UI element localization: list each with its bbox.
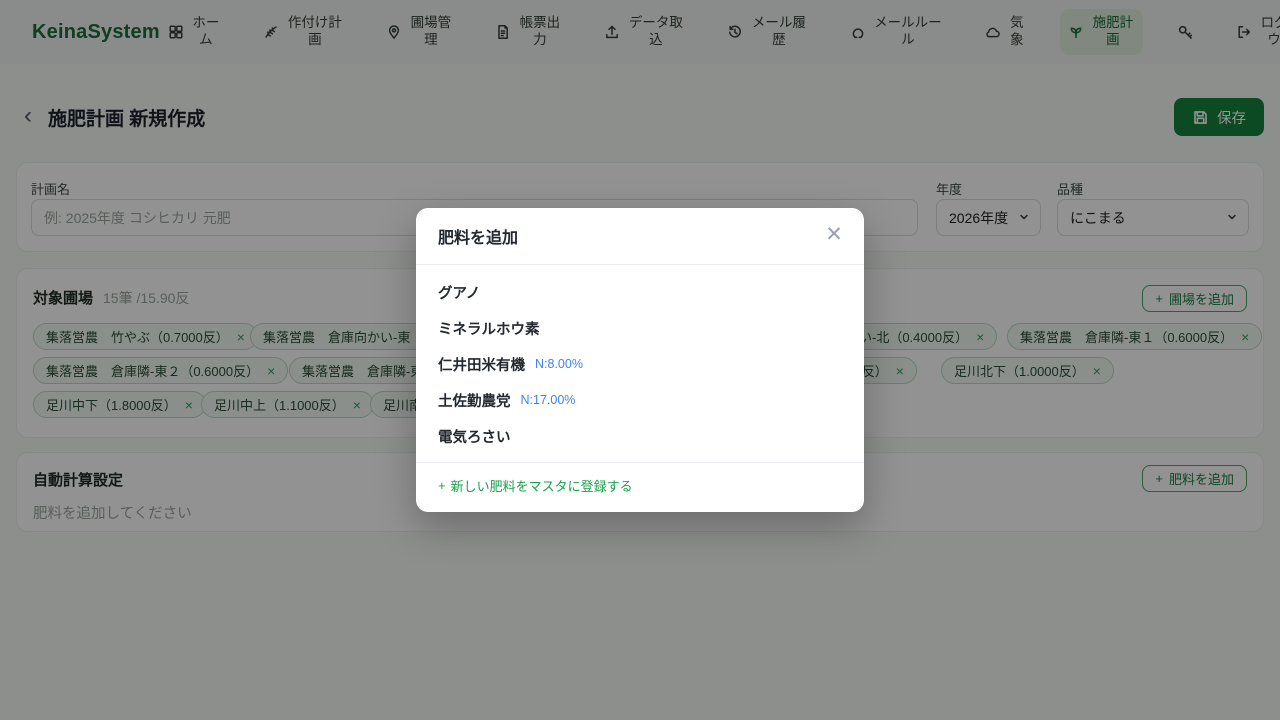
modal-header: 肥料を追加 ✕ (416, 208, 864, 265)
close-icon[interactable]: ✕ (820, 222, 848, 250)
fertilizer-name: ミネラルホウ素 (438, 318, 540, 339)
register-new-fertilizer-label: 新しい肥料をマスタに登録する (451, 476, 633, 495)
fertilizer-n-value: N:8.00% (535, 357, 583, 371)
fertilizer-list-item[interactable]: 仁井田米有機 N:8.00% (438, 346, 842, 382)
fertilizer-list-item[interactable]: 電気ろさい (438, 418, 842, 454)
plus-icon: + (438, 478, 446, 493)
add-fertilizer-modal: 肥料を追加 ✕ グアノ ミネラルホウ素 仁井田米有機 N:8.00% 土佐勤農党… (416, 208, 864, 512)
fertilizer-list-item[interactable]: ミネラルホウ素 (438, 310, 842, 346)
fertilizer-name: グアノ (438, 282, 480, 303)
fertilizer-name: 仁井田米有機 (438, 354, 525, 375)
page: KeinaSystem ホーム 作付け計画 圃場管理 (0, 0, 1280, 720)
fertilizer-name: 土佐勤農党 (438, 390, 511, 411)
modal-footer: + 新しい肥料をマスタに登録する (416, 462, 864, 508)
modal-title: 肥料を追加 (438, 224, 518, 248)
fertilizer-list-item[interactable]: グアノ (438, 274, 842, 310)
fertilizer-name: 電気ろさい (438, 426, 511, 447)
fertilizer-list: グアノ ミネラルホウ素 仁井田米有機 N:8.00% 土佐勤農党 N:17.00… (416, 265, 864, 454)
fertilizer-n-value: N:17.00% (521, 393, 576, 407)
fertilizer-list-item[interactable]: 土佐勤農党 N:17.00% (438, 382, 842, 418)
register-new-fertilizer-link[interactable]: + 新しい肥料をマスタに登録する (438, 476, 633, 495)
